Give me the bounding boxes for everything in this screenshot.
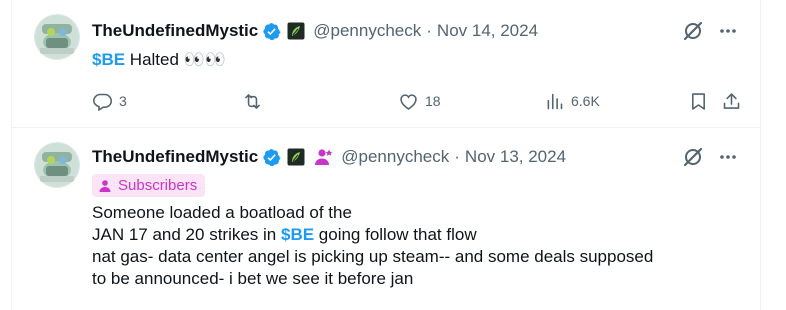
views-bars-icon bbox=[547, 93, 563, 109]
tweet-header: TheUndefinedMystic @pennycheck · Nov 14,… bbox=[92, 20, 538, 42]
views-button[interactable]: 6.6K bbox=[544, 90, 600, 112]
reply-button[interactable]: 3 bbox=[92, 90, 127, 112]
like-count: 18 bbox=[425, 93, 441, 109]
tweet-text: Someone loaded a boatload of the JAN 17 … bbox=[92, 202, 653, 290]
bookmark-button[interactable] bbox=[688, 90, 709, 112]
subscribers-badge[interactable]: Subscribers bbox=[92, 174, 206, 197]
more-dots-icon[interactable] bbox=[717, 20, 739, 42]
avatar[interactable] bbox=[34, 142, 80, 188]
repost-icon bbox=[245, 93, 260, 109]
subscriber-person-icon bbox=[315, 149, 333, 165]
post-date[interactable]: Nov 14, 2024 bbox=[437, 21, 538, 41]
author-handle[interactable]: @pennycheck bbox=[313, 21, 421, 41]
verified-badge-icon bbox=[263, 148, 281, 166]
bookmark-icon bbox=[692, 92, 705, 110]
post-date[interactable]: Nov 13, 2024 bbox=[465, 147, 566, 167]
subscribers-badge-label: Subscribers bbox=[118, 177, 198, 194]
share-icon bbox=[723, 92, 740, 109]
affiliate-leaf-icon[interactable] bbox=[287, 148, 305, 166]
tweet-text-body: Halted 👀👀 bbox=[125, 50, 226, 69]
views-count: 6.6K bbox=[571, 93, 600, 109]
like-button[interactable]: 18 bbox=[398, 90, 441, 112]
reply-count: 3 bbox=[119, 93, 127, 109]
author-handle[interactable]: @pennycheck bbox=[341, 147, 449, 167]
share-button[interactable] bbox=[721, 90, 742, 112]
grok-icon[interactable] bbox=[682, 20, 704, 42]
scrollbar-track[interactable] bbox=[766, 0, 786, 310]
heart-icon bbox=[400, 93, 417, 110]
reply-icon bbox=[92, 93, 113, 111]
separator-dot: · bbox=[426, 21, 432, 40]
avatar[interactable] bbox=[34, 14, 80, 60]
cashtag-link[interactable]: $BE bbox=[281, 225, 314, 244]
tweet-post[interactable]: TheUndefinedMystic @pennycheck · Nov 14,… bbox=[12, 0, 761, 128]
author-name[interactable]: TheUndefinedMystic bbox=[92, 21, 258, 41]
grok-icon[interactable] bbox=[682, 146, 704, 168]
tweet-text: $BE Halted 👀👀 bbox=[92, 49, 226, 71]
cashtag-link[interactable]: $BE bbox=[92, 50, 125, 69]
verified-badge-icon bbox=[263, 22, 281, 40]
more-dots-icon[interactable] bbox=[717, 146, 739, 168]
tweet-post[interactable]: TheUndefinedMystic @pennycheck · Nov 13,… bbox=[12, 128, 761, 310]
affiliate-leaf-icon[interactable] bbox=[287, 22, 305, 40]
author-name[interactable]: TheUndefinedMystic bbox=[92, 147, 258, 167]
subscriber-person-icon bbox=[99, 179, 111, 192]
tweet-header: TheUndefinedMystic @pennycheck · Nov 13,… bbox=[92, 146, 566, 168]
separator-dot: · bbox=[454, 147, 460, 166]
repost-button[interactable] bbox=[242, 90, 269, 112]
action-bar: 3 18 6.6K bbox=[92, 86, 742, 116]
